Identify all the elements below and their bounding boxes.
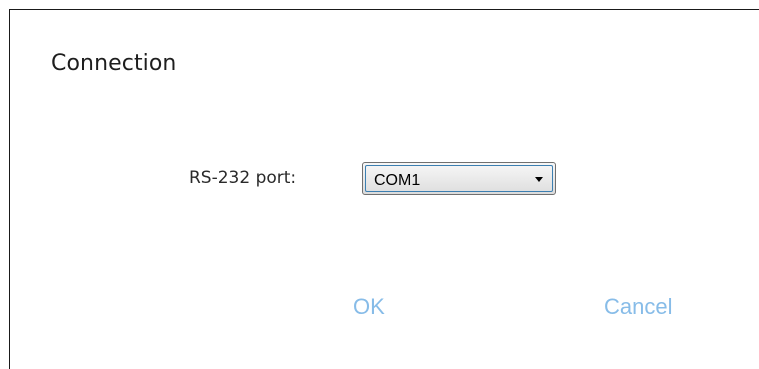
connection-dialog: Connection RS-232 port: COM1 OK Cancel <box>9 9 759 369</box>
select-focus-ring: COM1 <box>365 165 553 192</box>
rs232-port-label: RS-232 port: <box>189 168 297 188</box>
dialog-title: Connection <box>51 51 177 76</box>
rs232-port-select[interactable]: COM1 <box>362 162 556 195</box>
cancel-button[interactable]: Cancel <box>604 294 672 320</box>
ok-button[interactable]: OK <box>353 294 385 320</box>
rs232-port-value: COM1 <box>374 172 421 189</box>
dropdown-arrow-icon[interactable] <box>535 177 543 182</box>
